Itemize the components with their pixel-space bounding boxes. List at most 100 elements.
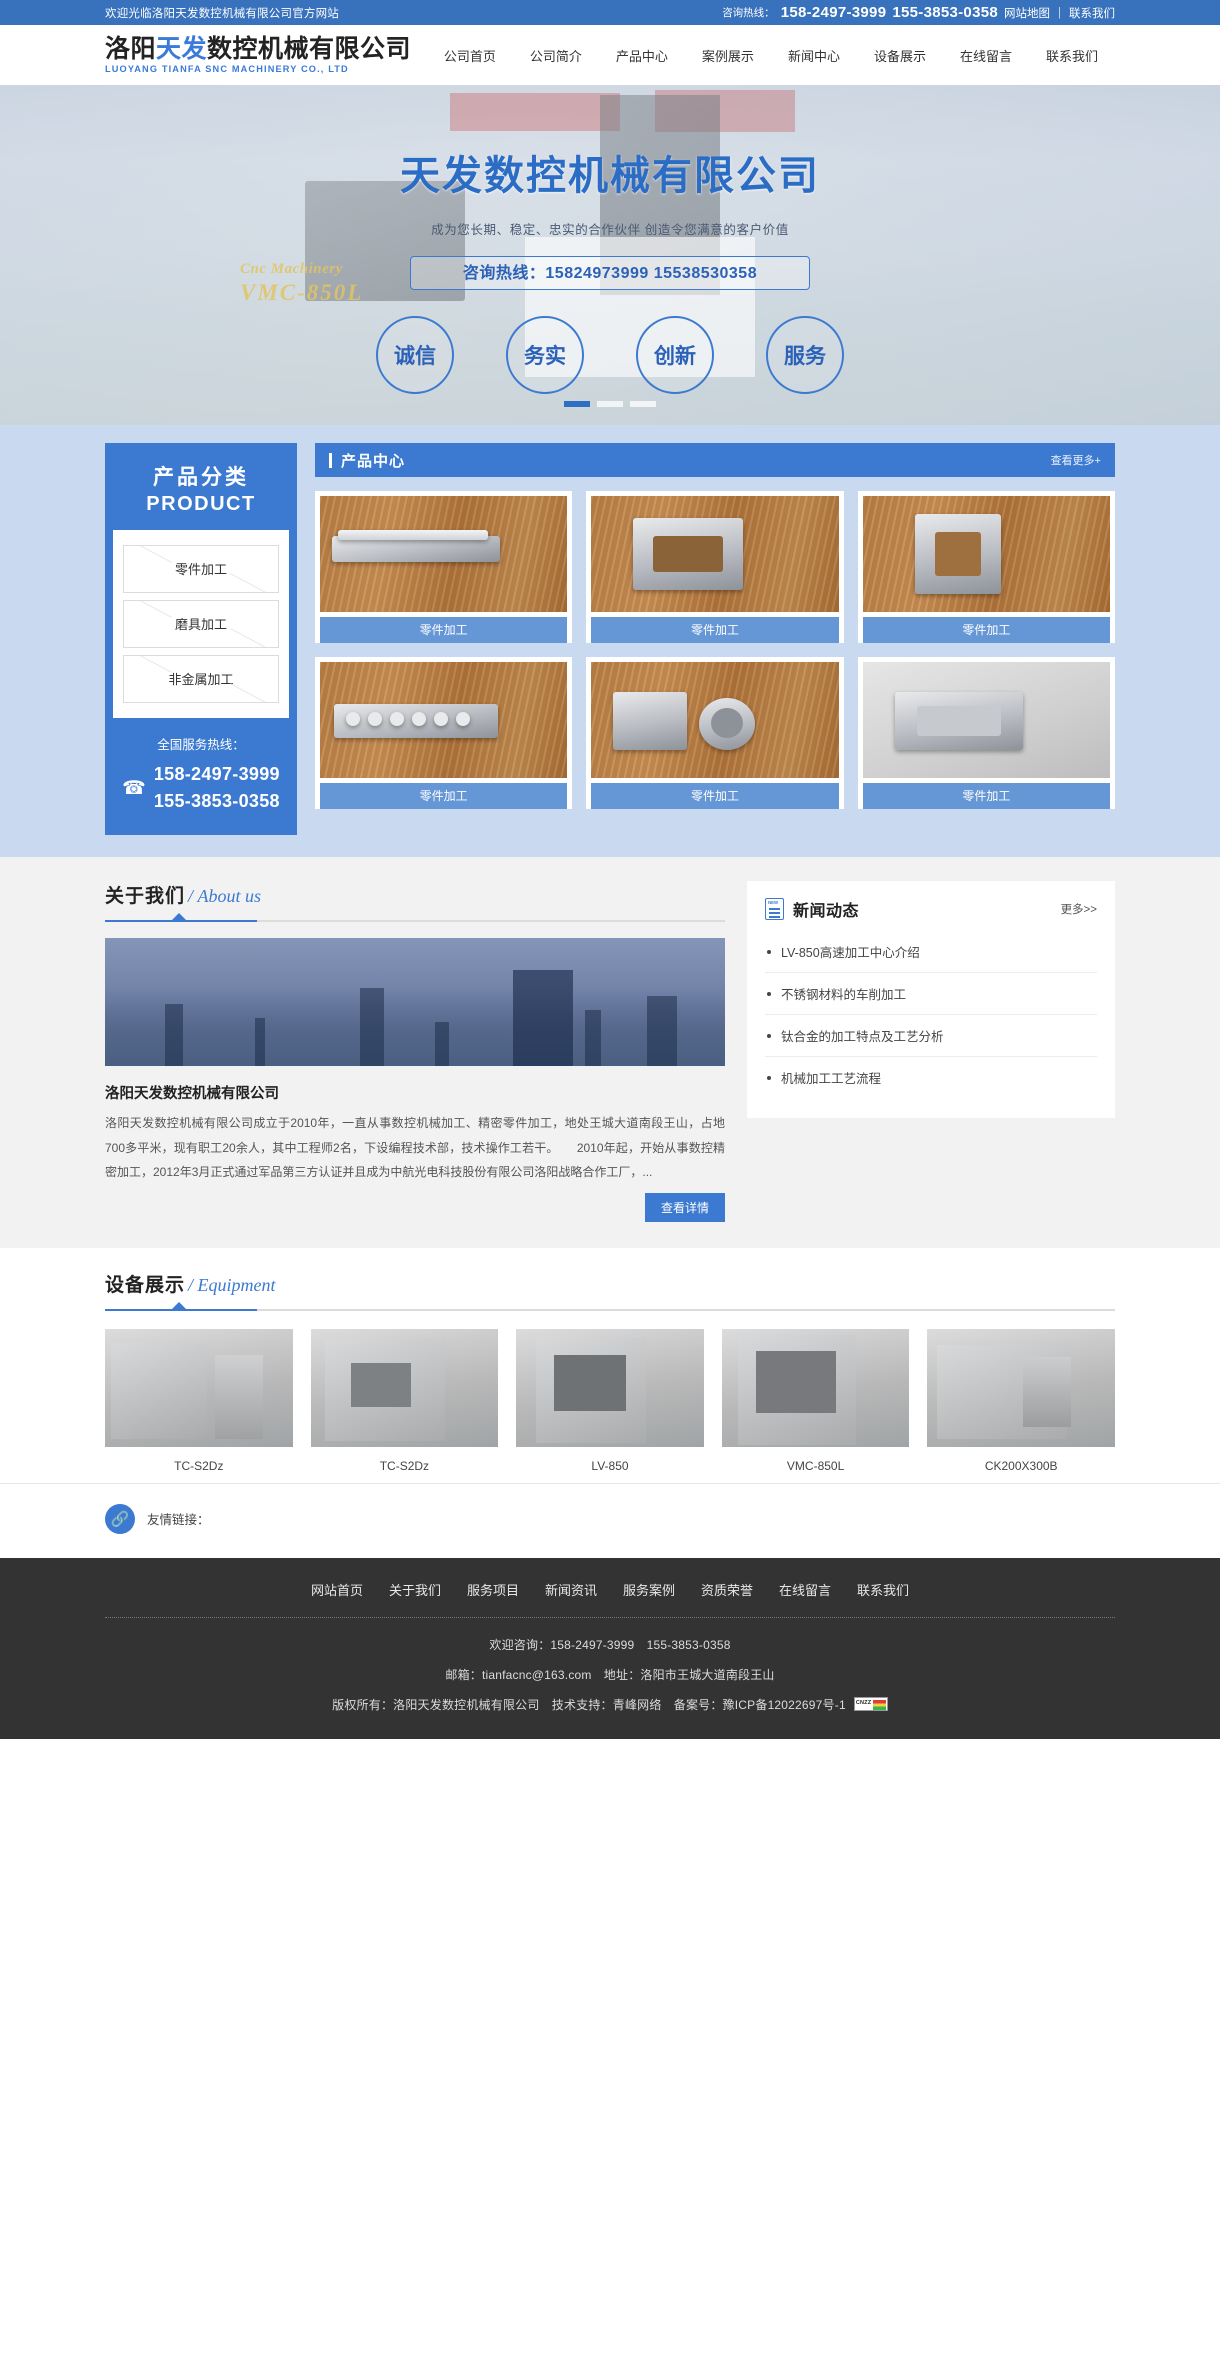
footer-nav-about[interactable]: 关于我们 xyxy=(389,1580,441,1599)
equipment-label: LV-850 xyxy=(591,1458,629,1473)
site-logo[interactable]: 洛阳天发数控机械有限公司 LUOYANG TIANFA SNC MACHINER… xyxy=(105,36,411,74)
list-item: LV-850高速加工中心介绍 xyxy=(765,931,1097,973)
equipment-heading: 设备展示 / Equipment xyxy=(105,1270,1115,1307)
about-company-name: 洛阳天发数控机械有限公司 xyxy=(105,1086,279,1102)
footer-nav-contact[interactable]: 联系我们 xyxy=(857,1580,909,1599)
news-block: 新闻动态 更多>> LV-850高速加工中心介绍 不锈钢材料的车削加工 钛合金的… xyxy=(747,881,1115,1118)
product-caption: 零件加工 xyxy=(862,783,1110,809)
product-category-item-2[interactable]: 磨具加工 xyxy=(123,600,279,648)
friend-links-label: 友情链接： xyxy=(147,1513,210,1528)
equipment-image xyxy=(721,1328,910,1447)
footer-nav-message[interactable]: 在线留言 xyxy=(779,1580,831,1599)
banner-value-4: 服务 xyxy=(766,316,844,394)
logo-text-part1: 洛阳 xyxy=(105,34,157,63)
footer-nav-honors[interactable]: 资质荣誉 xyxy=(701,1580,753,1599)
footer-copyright-row: 版权所有：洛阳天发数控机械有限公司 技术支持：青峰网络 备案号：豫ICP备120… xyxy=(105,1696,1115,1713)
product-category-title-cn: 产品分类 xyxy=(153,466,249,489)
footer-nav-cases[interactable]: 服务案例 xyxy=(623,1580,675,1599)
site-header: 洛阳天发数控机械有限公司 LUOYANG TIANFA SNC MACHINER… xyxy=(0,25,1220,85)
logo-subtitle-en: LUOYANG TIANFA SNC MACHINERY CO., LTD xyxy=(105,64,349,75)
news-item-link[interactable]: 不锈钢材料的车削加工 xyxy=(765,973,1097,1014)
sidebar-hotline: 全国服务热线： ☎ 158-2497-3999 155-3853-0358 xyxy=(105,718,297,835)
product-image xyxy=(862,496,1110,612)
equipment-card[interactable]: TC-S2Dz xyxy=(105,1328,293,1473)
equipment-image xyxy=(516,1328,704,1447)
nav-item-equipment[interactable]: 设备展示 xyxy=(857,46,943,65)
banner-subtitle: 成为您长期、稳定、忠实的合作伙伴 创造令您满意的客户价值 xyxy=(431,223,789,237)
banner-dot-1[interactable] xyxy=(564,401,590,407)
banner-dot-3[interactable] xyxy=(630,401,656,407)
equipment-card[interactable]: CK200X300B xyxy=(927,1328,1115,1473)
sidebar-hotline-label: 全国服务热线： xyxy=(157,738,245,752)
nav-item-cases[interactable]: 案例展示 xyxy=(685,46,771,65)
news-list: LV-850高速加工中心介绍 不锈钢材料的车削加工 钛合金的加工特点及工艺分析 … xyxy=(765,931,1097,1098)
product-image xyxy=(591,662,839,778)
news-item-link[interactable]: 钛合金的加工特点及工艺分析 xyxy=(765,1015,1097,1056)
product-card[interactable]: 零件加工 xyxy=(315,657,573,809)
product-category-item-3[interactable]: 非金属加工 xyxy=(123,655,279,703)
footer-navigation: 网站首页 关于我们 服务项目 新闻资讯 服务案例 资质荣誉 在线留言 联系我们 xyxy=(105,1580,1115,1599)
product-card[interactable]: 零件加工 xyxy=(857,657,1115,809)
cnzz-badge-icon[interactable] xyxy=(853,1697,888,1712)
product-caption: 零件加工 xyxy=(320,783,568,809)
nav-item-about[interactable]: 公司简介 xyxy=(513,46,599,65)
news-item-link[interactable]: LV-850高速加工中心介绍 xyxy=(765,931,1097,972)
footer-copyright-text: 版权所有：洛阳天发数控机械有限公司 技术支持：青峰网络 备案号：豫ICP备120… xyxy=(332,1697,846,1712)
logo-text-highlight: 天发 xyxy=(156,34,208,63)
sidebar-hotline-number-2: 155-3853-0358 xyxy=(153,791,280,811)
banner-title: 天发数控机械有限公司 xyxy=(400,154,820,198)
news-item-link[interactable]: 机械加工工艺流程 xyxy=(765,1057,1097,1098)
equipment-image xyxy=(310,1328,499,1447)
news-more-link[interactable]: 更多>> xyxy=(1061,901,1097,917)
product-image xyxy=(862,662,1110,778)
about-image xyxy=(105,938,725,1066)
nav-item-message[interactable]: 在线留言 xyxy=(943,46,1029,65)
about-description: 洛阳天发数控机械有限公司成立于2010年，一直从事数控机械加工、精密零件加工，地… xyxy=(105,1116,725,1180)
equipment-label: VMC-850L xyxy=(786,1458,845,1473)
product-card[interactable]: 零件加工 xyxy=(315,491,573,643)
news-title: 新闻动态 xyxy=(793,903,860,920)
product-category-item-1[interactable]: 零件加工 xyxy=(123,545,279,593)
equipment-label: TC-S2Dz xyxy=(174,1458,224,1473)
product-card[interactable]: 零件加工 xyxy=(586,491,844,643)
footer-nav-news[interactable]: 新闻资讯 xyxy=(545,1580,597,1599)
equipment-label: TC-S2Dz xyxy=(379,1458,430,1473)
equipment-heading-rule xyxy=(105,1301,1115,1311)
product-category-title: 产品分类 PRODUCT xyxy=(105,443,297,530)
product-image xyxy=(591,496,839,612)
product-image xyxy=(320,662,568,778)
nav-item-products[interactable]: 产品中心 xyxy=(599,46,685,65)
banner-slider-dots xyxy=(0,401,1220,407)
equipment-label: CK200X300B xyxy=(984,1458,1058,1473)
equipment-heading-cn: 设备展示 xyxy=(105,1274,186,1296)
link-icon: 🔗 xyxy=(105,1503,135,1534)
phone-icon: ☎ xyxy=(122,777,146,799)
banner-value-1: 诚信 xyxy=(376,316,454,394)
banner-hotline: 咨询热线：15824973999 15538530358 xyxy=(410,256,810,290)
product-card[interactable]: 零件加工 xyxy=(857,491,1115,643)
footer-nav-services[interactable]: 服务项目 xyxy=(467,1580,519,1599)
sitemap-link[interactable]: 网站地图 xyxy=(1004,5,1050,21)
product-more-link[interactable]: 查看更多+ xyxy=(1051,452,1101,468)
equipment-card[interactable]: VMC-850L xyxy=(721,1328,910,1473)
footer-nav-home[interactable]: 网站首页 xyxy=(311,1580,363,1599)
product-caption: 零件加工 xyxy=(591,783,839,809)
sidebar-hotline-number-1: 158-2497-3999 xyxy=(153,764,280,784)
product-caption: 零件加工 xyxy=(591,617,839,643)
banner-dot-2[interactable] xyxy=(597,401,623,407)
nav-item-contact[interactable]: 联系我们 xyxy=(1029,46,1115,65)
equipment-card[interactable]: TC-S2Dz xyxy=(310,1328,499,1473)
nav-item-home[interactable]: 公司首页 xyxy=(427,46,513,65)
about-detail-button[interactable]: 查看详情 xyxy=(644,1192,725,1222)
product-grid: 零件加工 零件加工 零件加工 零件加工 零件加工 零件加工 xyxy=(315,491,1115,809)
product-caption: 零件加工 xyxy=(862,617,1110,643)
list-item: 不锈钢材料的车削加工 xyxy=(765,973,1097,1015)
nav-item-news[interactable]: 新闻中心 xyxy=(771,46,857,65)
product-card[interactable]: 零件加工 xyxy=(586,657,844,809)
equipment-card[interactable]: LV-850 xyxy=(516,1328,704,1473)
logo-text-part2: 数控机械有限公司 xyxy=(207,34,412,63)
about-heading: 关于我们 / About us xyxy=(105,881,725,918)
main-navigation: 公司首页 公司简介 产品中心 案例展示 新闻中心 设备展示 在线留言 联系我们 xyxy=(427,46,1115,65)
topbar-contact-link[interactable]: 联系我们 xyxy=(1069,5,1115,21)
product-panel-header: 产品中心 查看更多+ xyxy=(315,443,1115,477)
